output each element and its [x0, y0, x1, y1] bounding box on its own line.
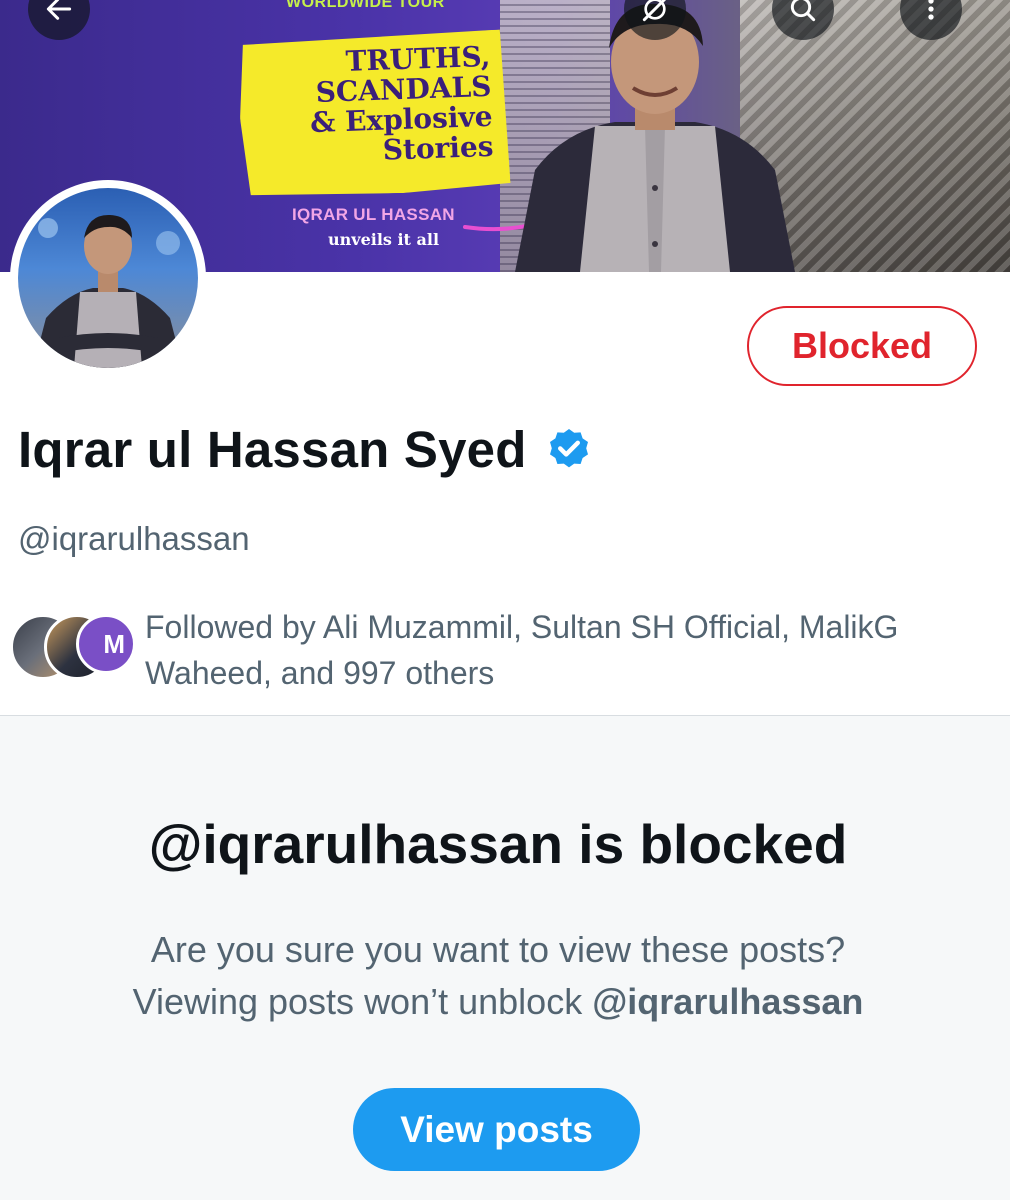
- display-name-text: Iqrar ul Hassan Syed: [18, 421, 527, 478]
- arrow-left-icon: [46, 0, 72, 20]
- blocked-notice-line1: Are you sure you want to view these post…: [150, 929, 846, 970]
- grok-icon: [642, 0, 667, 22]
- avatar-person-image: [33, 214, 183, 368]
- blocked-notice-line2-text: Viewing posts won’t unblock: [132, 981, 593, 1022]
- more-vertical-icon: [928, 0, 934, 20]
- blocked-notice-title: @iqrarulhassan is blocked: [148, 813, 848, 875]
- back-button[interactable]: [28, 0, 90, 40]
- banner-host-subtitle: unveils it all: [328, 230, 440, 249]
- blocked-button[interactable]: Blocked: [747, 306, 977, 386]
- avatar-photo: [18, 188, 198, 368]
- followed-by-text[interactable]: Followed by Ali Muzammil, Sultan SH Offi…: [145, 604, 985, 696]
- follower-avatar: M: [76, 614, 136, 674]
- view-posts-button[interactable]: View posts: [353, 1088, 640, 1171]
- blocked-notice-handle: @iqrarulhassan: [592, 981, 864, 1022]
- search-icon: [790, 0, 816, 22]
- banner-host-name: IQRAR UL HASSAN: [292, 205, 455, 224]
- banner-headline: TRUTHS, SCANDALS & Explosive Stories: [250, 40, 495, 170]
- profile-display-name: Iqrar ul Hassan Syed: [18, 420, 593, 479]
- banner-tour-label: WORLDWIDE TOUR: [286, 0, 445, 11]
- profile-handle: @iqrarulhassan: [18, 520, 250, 557]
- blocked-notice-description: Are you sure you want to view these post…: [0, 924, 996, 1028]
- verified-badge-icon[interactable]: [545, 426, 593, 474]
- followers-you-know-avatars[interactable]: M: [10, 614, 140, 680]
- banner-host-photo: [515, 3, 795, 272]
- blocked-notice-line2: Viewing posts won’t unblock @iqrarulhass…: [0, 976, 996, 1028]
- profile-avatar[interactable]: [10, 180, 206, 376]
